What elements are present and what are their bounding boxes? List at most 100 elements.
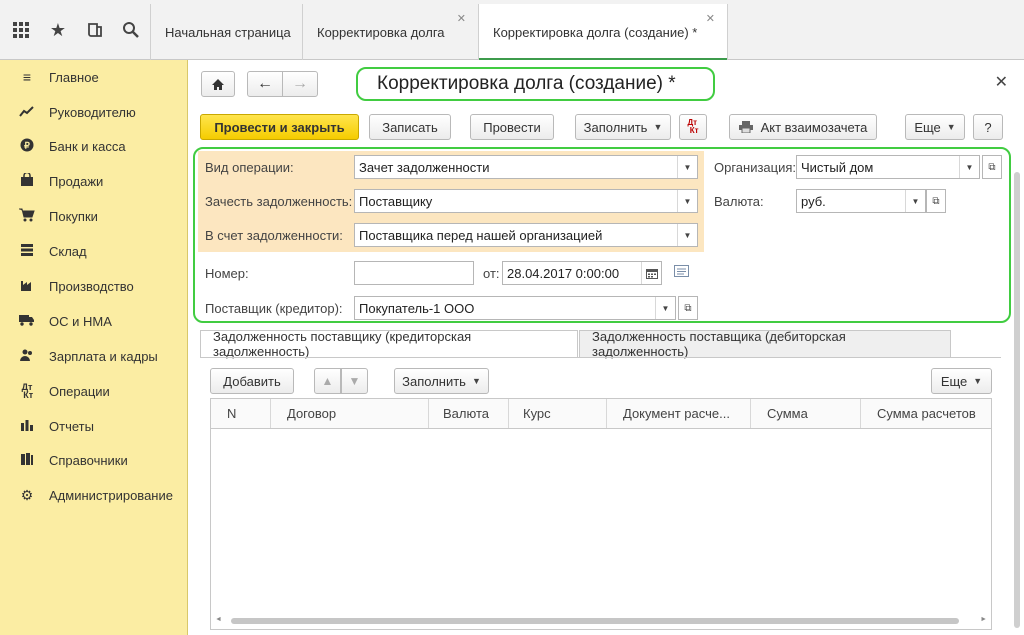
table-more-label: Еще bbox=[940, 373, 968, 389]
move-down-button[interactable]: ▼ bbox=[341, 368, 368, 394]
close-icon[interactable]: ✕ bbox=[995, 72, 1008, 92]
column-header-rate[interactable]: Курс bbox=[509, 399, 607, 428]
chevron-down-icon[interactable]: ▼ bbox=[959, 156, 979, 178]
forward-button[interactable]: → bbox=[282, 71, 318, 97]
column-header-settlement-doc[interactable]: Документ расче... bbox=[607, 399, 751, 428]
chevron-down-icon[interactable]: ▼ bbox=[905, 190, 925, 212]
against-debt-label: В счет задолженности: bbox=[205, 228, 343, 243]
scrollbar-thumb[interactable] bbox=[231, 618, 959, 624]
tab-creditor-debt[interactable]: Задолженность поставщику (кредиторская з… bbox=[200, 329, 578, 359]
column-header-contract[interactable]: Договор bbox=[271, 399, 429, 428]
move-up-button[interactable]: ▲ bbox=[314, 368, 341, 394]
sidebar-item-reports[interactable]: Отчеты bbox=[0, 409, 188, 443]
open-supplier-button[interactable]: ⧉ bbox=[678, 296, 698, 320]
dt-kt-button[interactable]: Дт Кт bbox=[679, 114, 707, 140]
help-button[interactable]: ? bbox=[973, 114, 1003, 140]
sidebar-item-label: Справочники bbox=[49, 452, 128, 468]
column-header-settlement-amount[interactable]: Сумма расчетов bbox=[861, 399, 991, 428]
search-icon[interactable] bbox=[118, 17, 144, 43]
column-header-n[interactable]: N bbox=[211, 399, 271, 428]
sidebar-item-label: Производство bbox=[49, 278, 134, 294]
fill-button[interactable]: Заполнить ▼ bbox=[575, 114, 671, 140]
home-button[interactable] bbox=[201, 71, 235, 97]
date-value: 28.04.2017 0:00:00 bbox=[507, 265, 620, 281]
tab-debt-correction-create[interactable]: Корректировка долга (создание) * ✕ bbox=[478, 4, 728, 61]
offset-debt-value: Поставщику bbox=[359, 193, 433, 209]
sidebar-item-label: Продажи bbox=[49, 173, 104, 189]
tab-label: Корректировка долга (создание) * bbox=[493, 25, 698, 40]
table-fill-button[interactable]: Заполнить ▼ bbox=[394, 368, 489, 394]
post-and-close-button[interactable]: Провести и закрыть bbox=[200, 114, 359, 140]
scrollbar-thumb[interactable] bbox=[1014, 172, 1020, 628]
tab-debt-correction[interactable]: Корректировка долга ✕ bbox=[302, 4, 478, 60]
tab-home[interactable]: Начальная страница bbox=[150, 4, 302, 60]
organization-label: Организация: bbox=[714, 160, 797, 175]
history-icon[interactable] bbox=[82, 17, 108, 43]
arrow-right-icon: → bbox=[292, 75, 308, 92]
table-body[interactable] bbox=[210, 429, 992, 630]
tab-debtor-debt[interactable]: Задолженность поставщика (дебиторская за… bbox=[579, 329, 951, 359]
date-field[interactable]: 28.04.2017 0:00:00 bbox=[502, 261, 662, 285]
open-form-icon: ⧉ bbox=[684, 302, 692, 314]
operation-type-label: Вид операции: bbox=[205, 160, 294, 175]
document-form: ← → Корректировка долга (создание) * ✕ П… bbox=[189, 60, 1024, 635]
books-icon bbox=[17, 452, 37, 469]
sidebar-item-operations[interactable]: Дт Кт Операции bbox=[0, 374, 188, 408]
vertical-scrollbar[interactable] bbox=[1012, 170, 1022, 630]
close-icon[interactable]: ✕ bbox=[457, 12, 466, 25]
offset-debt-select[interactable]: Поставщику ▼ bbox=[354, 189, 698, 213]
shopping-bag-icon bbox=[17, 171, 37, 190]
sidebar-item-catalogs[interactable]: Справочники bbox=[0, 443, 188, 477]
against-debt-select[interactable]: Поставщика перед нашей организацией ▼ bbox=[354, 223, 698, 247]
sidebar-item-production[interactable]: Производство bbox=[0, 269, 188, 303]
sidebar-item-main[interactable]: ≡ Главное bbox=[0, 60, 188, 94]
sidebar-item-admin[interactable]: ⚙ Администрирование bbox=[0, 478, 188, 512]
sidebar-item-sales[interactable]: Продажи bbox=[0, 164, 188, 198]
open-currency-button[interactable]: ⧉ bbox=[926, 189, 946, 213]
sidebar-item-label: ОС и НМА bbox=[49, 313, 112, 329]
close-icon[interactable]: ✕ bbox=[706, 12, 715, 25]
sidebar-item-bank[interactable]: ₽ Банк и касса bbox=[0, 129, 188, 163]
column-header-currency[interactable]: Валюта bbox=[429, 399, 509, 428]
gear-icon: ⚙ bbox=[20, 486, 34, 503]
comment-icon[interactable] bbox=[674, 265, 689, 280]
sidebar-item-label: Склад bbox=[49, 243, 87, 259]
open-form-icon: ⧉ bbox=[932, 195, 940, 207]
save-button[interactable]: Записать bbox=[369, 114, 451, 140]
add-row-button[interactable]: Добавить bbox=[210, 368, 294, 394]
more-label: Еще bbox=[914, 119, 941, 135]
offset-act-button[interactable]: Акт взаимозачета bbox=[729, 114, 877, 140]
apps-grid-icon[interactable] bbox=[8, 17, 34, 43]
home-icon bbox=[212, 78, 224, 90]
chevron-down-icon[interactable]: ▼ bbox=[677, 190, 697, 212]
sidebar-item-warehouse[interactable]: Склад bbox=[0, 234, 188, 268]
open-organization-button[interactable]: ⧉ bbox=[982, 155, 1002, 179]
table-more-button[interactable]: Еще ▼ bbox=[931, 368, 992, 394]
post-button[interactable]: Провести bbox=[470, 114, 554, 140]
number-field[interactable] bbox=[354, 261, 474, 285]
organization-value: Чистый дом bbox=[801, 159, 874, 175]
sidebar-item-fixed-assets[interactable]: ОС и НМА bbox=[0, 304, 188, 338]
sidebar-item-purchases[interactable]: Покупки bbox=[0, 199, 188, 233]
column-header-amount[interactable]: Сумма bbox=[751, 399, 861, 428]
currency-select[interactable]: руб. ▼ bbox=[796, 189, 926, 213]
currency-value: руб. bbox=[801, 193, 826, 209]
sidebar-item-payroll[interactable]: Зарплата и кадры bbox=[0, 339, 188, 373]
organization-select[interactable]: Чистый дом ▼ bbox=[796, 155, 980, 179]
more-button[interactable]: Еще ▼ bbox=[905, 114, 965, 140]
chevron-down-icon[interactable]: ▼ bbox=[677, 224, 697, 246]
operation-type-select[interactable]: Зачет задолженности ▼ bbox=[354, 155, 698, 179]
chevron-down-icon: ▼ bbox=[471, 376, 481, 386]
back-button[interactable]: ← bbox=[247, 71, 283, 97]
horizontal-scrollbar[interactable]: ◄ ► bbox=[211, 616, 991, 626]
chevron-down-icon[interactable]: ▼ bbox=[655, 297, 675, 319]
chevron-down-icon[interactable]: ▼ bbox=[677, 156, 697, 178]
supplier-select[interactable]: Покупатель-1 ООО ▼ bbox=[354, 296, 676, 320]
sidebar: ≡ Главное Руководителю ₽ Банк и касса Пр… bbox=[0, 60, 188, 635]
top-bar: ★ Начальная страница Корректировка долга… bbox=[0, 0, 1024, 61]
scroll-left-icon[interactable]: ◄ bbox=[215, 616, 222, 623]
calendar-icon[interactable] bbox=[641, 262, 661, 284]
star-icon[interactable]: ★ bbox=[45, 17, 71, 43]
scroll-right-icon[interactable]: ► bbox=[980, 616, 987, 623]
sidebar-item-manager[interactable]: Руководителю bbox=[0, 95, 188, 129]
